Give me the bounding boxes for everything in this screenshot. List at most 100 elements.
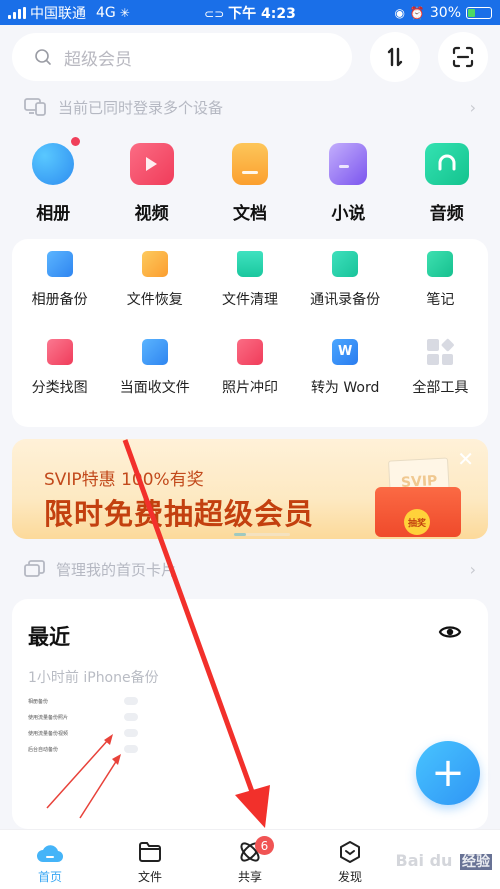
sort-button[interactable]	[370, 32, 420, 82]
category-novel[interactable]: 小说	[303, 131, 393, 239]
contacts-backup-icon	[332, 251, 359, 277]
category-label: 小说	[331, 204, 366, 224]
toggle-switch	[124, 729, 138, 737]
eye-icon[interactable]	[438, 623, 462, 641]
gift-box-illustration: SVIP 抽奖	[367, 457, 467, 537]
tool-label: 通讯录备份	[310, 292, 381, 308]
watermark-tag: 经验	[460, 854, 492, 870]
scan-button[interactable]	[438, 32, 488, 82]
battery-percent: 30%	[429, 4, 461, 21]
category-label: 音频	[429, 204, 464, 224]
tool-label: 全部工具	[412, 380, 469, 396]
tool-note[interactable]: 笔记	[393, 251, 488, 337]
watermark: Bai du 经验	[394, 851, 492, 871]
add-button[interactable]: +	[416, 741, 480, 805]
category-album[interactable]: 相册	[8, 131, 98, 239]
notification-dot	[71, 137, 81, 146]
notification-badge: 6	[255, 836, 274, 855]
category-label: 相册	[36, 204, 71, 224]
category-video[interactable]: 视频	[107, 131, 197, 239]
banner-subtitle: SVIP特惠 100%有奖	[44, 470, 204, 490]
draw-button[interactable]: 抽奖	[404, 509, 430, 535]
toggle-switch	[124, 697, 138, 705]
all-tools-icon	[427, 338, 455, 365]
tool-photo-print[interactable]: 照片冲印	[202, 339, 297, 425]
tool-word-convert[interactable]: W 转为 Word	[298, 339, 393, 425]
category-label: 文档	[232, 204, 267, 224]
photo-print-icon	[236, 339, 263, 365]
tab-home[interactable]: 首页	[0, 830, 100, 889]
activity-icon: ✳	[119, 5, 130, 20]
tool-receive-file[interactable]: 当面收文件	[107, 339, 202, 425]
banner-title: 限时免费抽超级会员	[44, 497, 315, 531]
thumb-row-label: 后台自动备份	[28, 746, 59, 753]
tab-label: 共享	[237, 870, 262, 884]
category-document[interactable]: 文档	[205, 131, 295, 239]
orientation-lock-icon: ◉	[394, 5, 405, 20]
tool-all-tools[interactable]: 全部工具	[393, 338, 488, 425]
image-search-icon	[46, 339, 73, 365]
discover-icon	[340, 841, 360, 863]
tool-file-restore[interactable]: 文件恢复	[107, 251, 202, 337]
toggle-switch	[124, 745, 138, 753]
thumb-row-label: 使用流量备份视频	[28, 730, 69, 737]
search-placeholder: 超级会员	[64, 49, 132, 70]
bottom-tab-bar: 首页 文件 6 共享 发现 Bai du 经验	[0, 829, 500, 889]
device-notice-text: 当前已同时登录多个设备	[58, 98, 224, 117]
close-icon[interactable]: ✕	[457, 447, 474, 471]
chevron-right-icon: ›	[469, 97, 476, 117]
plus-icon: +	[431, 750, 465, 796]
network-type: 4G	[96, 4, 116, 21]
category-row: 相册 视频 文档 小说 音频	[0, 129, 500, 239]
toggle-switch	[124, 713, 138, 721]
device-login-notice[interactable]: 当前已同时登录多个设备 ›	[0, 85, 500, 129]
audio-icon	[424, 143, 469, 185]
signal-icon	[8, 6, 26, 19]
tab-discover[interactable]: 发现	[300, 830, 400, 889]
tools-card: 相册备份 文件恢复 文件清理 通讯录备份 笔记 分类找图 当面收文件 照片冲印 …	[12, 239, 488, 427]
file-restore-icon	[141, 251, 168, 277]
search-input[interactable]: 超级会员	[12, 33, 352, 81]
promo-banner[interactable]: SVIP特惠 100%有奖 限时免费抽超级会员 SVIP 抽奖 ✕	[12, 439, 488, 539]
tab-label: 文件	[137, 870, 162, 884]
carousel-indicator	[234, 533, 290, 536]
thumb-row-label: 相册备份	[28, 698, 49, 705]
tool-label: 笔记	[426, 292, 455, 308]
recent-subtitle: 1小时前 iPhone备份	[28, 670, 159, 686]
carrier: 中国联通	[30, 5, 86, 22]
cards-icon	[24, 560, 45, 577]
manage-cards-link[interactable]: 管理我的首页卡片 ›	[0, 539, 500, 599]
scan-icon	[452, 46, 474, 68]
tab-label: 发现	[337, 870, 362, 884]
photo-backup-icon	[46, 251, 73, 277]
recent-card: 最近 1小时前 iPhone备份 相册备份 使用流量备份照片 使用流量备份视频 …	[12, 599, 488, 829]
tool-contacts-backup[interactable]: 通讯录备份	[298, 251, 393, 337]
watermark-brand: Bai du	[395, 851, 453, 870]
tool-label: 照片冲印	[221, 380, 278, 396]
clock: 下午 4:23	[228, 5, 296, 22]
album-icon	[32, 143, 75, 185]
receive-file-icon	[141, 339, 168, 365]
tool-photo-backup[interactable]: 相册备份	[12, 251, 107, 337]
note-icon	[427, 251, 454, 277]
tool-image-search[interactable]: 分类找图	[12, 339, 107, 425]
tab-files[interactable]: 文件	[100, 830, 200, 889]
link-icon: ⊂⊃	[204, 6, 229, 21]
chevron-right-icon: ›	[469, 559, 476, 579]
tool-label: 当面收文件	[119, 380, 190, 396]
alarm-icon: ⏰	[409, 5, 425, 20]
tool-label: 文件清理	[221, 292, 278, 308]
status-bar: 中国联通 4G ✳ ⊂⊃ 下午 4:23 ◉ ⏰ 30%	[0, 0, 500, 25]
category-audio[interactable]: 音频	[402, 131, 492, 239]
tool-label: 分类找图	[31, 380, 88, 396]
tool-file-clean[interactable]: 文件清理	[202, 251, 297, 337]
battery-icon	[466, 6, 492, 19]
sort-icon	[387, 47, 403, 67]
recent-title: 最近	[28, 625, 70, 649]
category-label: 视频	[134, 204, 169, 224]
backup-thumbnail[interactable]: 相册备份 使用流量备份照片 使用流量备份视频 后台自动备份	[28, 693, 138, 757]
tab-share[interactable]: 6 共享	[200, 830, 300, 889]
word-convert-icon: W	[332, 339, 359, 365]
tool-label: 转为 Word	[310, 380, 380, 396]
novel-icon	[329, 143, 368, 185]
